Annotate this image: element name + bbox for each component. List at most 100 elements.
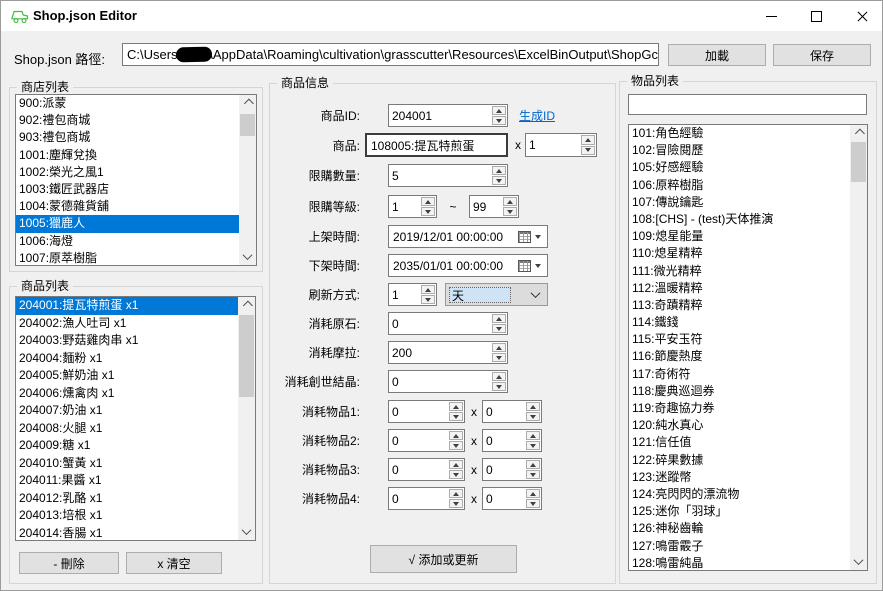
scrollbar-thumb[interactable] <box>239 315 254 397</box>
scroll-down-button[interactable] <box>238 523 255 540</box>
goods-list-item[interactable]: 204014:香腸 x1 <box>16 525 238 542</box>
cost-item-id-spinner[interactable]: 0 <box>388 458 465 481</box>
shop-list-item[interactable]: 903:禮包商城 <box>16 129 239 146</box>
item-list-scrollbar[interactable] <box>850 125 867 570</box>
spin-down-button[interactable] <box>421 295 435 304</box>
item-list-item[interactable]: 107:傳說鑰匙 <box>629 194 850 211</box>
item-list-item[interactable]: 105:好感經驗 <box>629 159 850 176</box>
item-list-item[interactable]: 115:平安玉符 <box>629 331 850 348</box>
item-list-item[interactable]: 109:熄星能量 <box>629 228 850 245</box>
shop-list-item[interactable]: 1004:蒙德雜貨舖 <box>16 198 239 215</box>
shop-list-item[interactable]: 1006:海燈 <box>16 233 239 250</box>
item-listbox[interactable]: 101:角色經驗102:冒險閱歷105:好感經驗106:原粹樹脂107:傳說鑰匙… <box>628 124 868 571</box>
spin-down-button[interactable] <box>492 382 506 391</box>
item-list-item[interactable]: 113:奇蹟精粹 <box>629 297 850 314</box>
spin-down-button[interactable] <box>581 146 595 156</box>
item-list-item[interactable]: 121:信任值 <box>629 434 850 451</box>
delete-button[interactable]: - 刪除 <box>19 552 119 574</box>
cost-item-count-spinner[interactable]: 0 <box>482 429 542 452</box>
item-list-item[interactable]: 122:碎果數據 <box>629 452 850 469</box>
item-list-item[interactable]: 119:奇趣協力券 <box>629 400 850 417</box>
scroll-down-button[interactable] <box>239 248 256 265</box>
item-list-item[interactable]: 125:迷你「羽球」 <box>629 503 850 520</box>
item-list-item[interactable]: 126:神秘齒輪 <box>629 520 850 537</box>
shop-list-item[interactable]: 1002:榮光之風1 <box>16 164 239 181</box>
item-count-spinner[interactable]: 1 <box>525 133 597 157</box>
limit-level-max-spinner[interactable]: 99 <box>469 195 519 218</box>
spin-down-button[interactable] <box>421 207 435 216</box>
spin-down-button[interactable] <box>503 207 517 216</box>
spin-up-button[interactable] <box>581 135 595 145</box>
spin-down-button[interactable] <box>526 470 540 479</box>
goods-list-item[interactable]: 204006:燻禽肉 x1 <box>16 385 238 403</box>
goods-list-scrollbar[interactable] <box>238 297 255 540</box>
spin-up-button[interactable] <box>526 402 540 411</box>
generate-id-link[interactable]: 生成ID <box>519 107 555 124</box>
spin-down-button[interactable] <box>492 176 506 185</box>
item-list-item[interactable]: 106:原粹樹脂 <box>629 177 850 194</box>
spin-up-button[interactable] <box>421 197 435 206</box>
cost-crystal-spinner[interactable]: 0 <box>388 370 508 393</box>
spin-up-button[interactable] <box>421 285 435 294</box>
cost-item-id-spinner[interactable]: 0 <box>388 429 465 452</box>
spin-up-button[interactable] <box>449 402 463 411</box>
item-list-item[interactable]: 118:慶典巡迴券 <box>629 383 850 400</box>
spin-up-button[interactable] <box>449 460 463 469</box>
shop-list-item[interactable]: 1001:塵輝兌換 <box>16 147 239 164</box>
spin-down-button[interactable] <box>492 353 506 362</box>
cost-item-id-spinner[interactable]: 0 <box>388 487 465 510</box>
spin-up-button[interactable] <box>492 314 506 323</box>
goods-list-item[interactable]: 204002:漁人吐司 x1 <box>16 315 238 333</box>
spin-down-button[interactable] <box>492 324 506 333</box>
goods-list-item[interactable]: 204011:果醬 x1 <box>16 472 238 490</box>
scrollbar-thumb[interactable] <box>851 142 866 182</box>
item-list-item[interactable]: 117:奇術符 <box>629 366 850 383</box>
spin-down-button[interactable] <box>526 412 540 421</box>
refresh-value-spinner[interactable]: 1 <box>388 283 437 306</box>
save-button[interactable]: 保存 <box>773 44 871 66</box>
scrollbar-thumb[interactable] <box>240 114 255 136</box>
end-time-picker[interactable]: 2035/01/01 00:00:00 <box>388 254 548 277</box>
shop-list-item[interactable]: 1007:原萃樹脂 <box>16 250 239 266</box>
goods-list-item[interactable]: 204007:奶油 x1 <box>16 402 238 420</box>
shop-list-item[interactable]: 900:派蒙 <box>16 95 239 112</box>
spin-down-button[interactable] <box>449 470 463 479</box>
item-list-item[interactable]: 101:角色經驗 <box>629 125 850 142</box>
goods-list-item[interactable]: 204001:提瓦特煎蛋 x1 <box>16 297 238 315</box>
goods-list-item[interactable]: 204005:鮮奶油 x1 <box>16 367 238 385</box>
spin-up-button[interactable] <box>503 197 517 206</box>
begin-time-picker[interactable]: 2019/12/01 00:00:00 <box>388 225 548 248</box>
scroll-up-button[interactable] <box>850 125 867 142</box>
item-list-item[interactable]: 123:迷蹤幣 <box>629 469 850 486</box>
limit-count-spinner[interactable]: 5 <box>388 164 508 187</box>
shop-list-scrollbar[interactable] <box>239 95 256 265</box>
item-search-input[interactable] <box>628 94 867 115</box>
refresh-unit-dropdown[interactable]: 天 <box>445 283 548 306</box>
load-button[interactable]: 加載 <box>668 44 766 66</box>
shop-listbox[interactable]: 900:派蒙902:禮包商城903:禮包商城1001:塵輝兌換1002:榮光之風… <box>15 94 257 266</box>
goods-list-item[interactable]: 204012:乳酪 x1 <box>16 490 238 508</box>
spin-up-button[interactable] <box>526 460 540 469</box>
scroll-down-button[interactable] <box>850 553 867 570</box>
spin-up-button[interactable] <box>526 489 540 498</box>
cost-mora-spinner[interactable]: 200 <box>388 341 508 364</box>
item-list-item[interactable]: 114:鐵錢 <box>629 314 850 331</box>
goods-list-item[interactable]: 204010:蟹黃 x1 <box>16 455 238 473</box>
item-list-item[interactable]: 116:節慶熱度 <box>629 348 850 365</box>
spin-down-button[interactable] <box>526 499 540 508</box>
shop-list-item[interactable]: 1005:獵鹿人 <box>16 215 239 232</box>
spin-down-button[interactable] <box>449 412 463 421</box>
item-list-item[interactable]: 102:冒險閱歷 <box>629 142 850 159</box>
item-list-item[interactable]: 120:純水真心 <box>629 417 850 434</box>
spin-down-button[interactable] <box>449 499 463 508</box>
path-input[interactable]: C:\Users\AppData\Roaming\cultivation\gra… <box>122 43 659 66</box>
minimize-button[interactable] <box>753 1 789 31</box>
item-list-item[interactable]: 111:微光精粹 <box>629 263 850 280</box>
spin-up-button[interactable] <box>492 106 506 115</box>
spin-up-button[interactable] <box>449 431 463 440</box>
spin-up-button[interactable] <box>492 166 506 175</box>
spin-up-button[interactable] <box>492 343 506 352</box>
cost-item-id-spinner[interactable]: 0 <box>388 400 465 423</box>
item-input[interactable]: 108005:提瓦特煎蛋 <box>365 133 508 157</box>
item-list-item[interactable]: 128:鳴雷純晶 <box>629 555 850 571</box>
